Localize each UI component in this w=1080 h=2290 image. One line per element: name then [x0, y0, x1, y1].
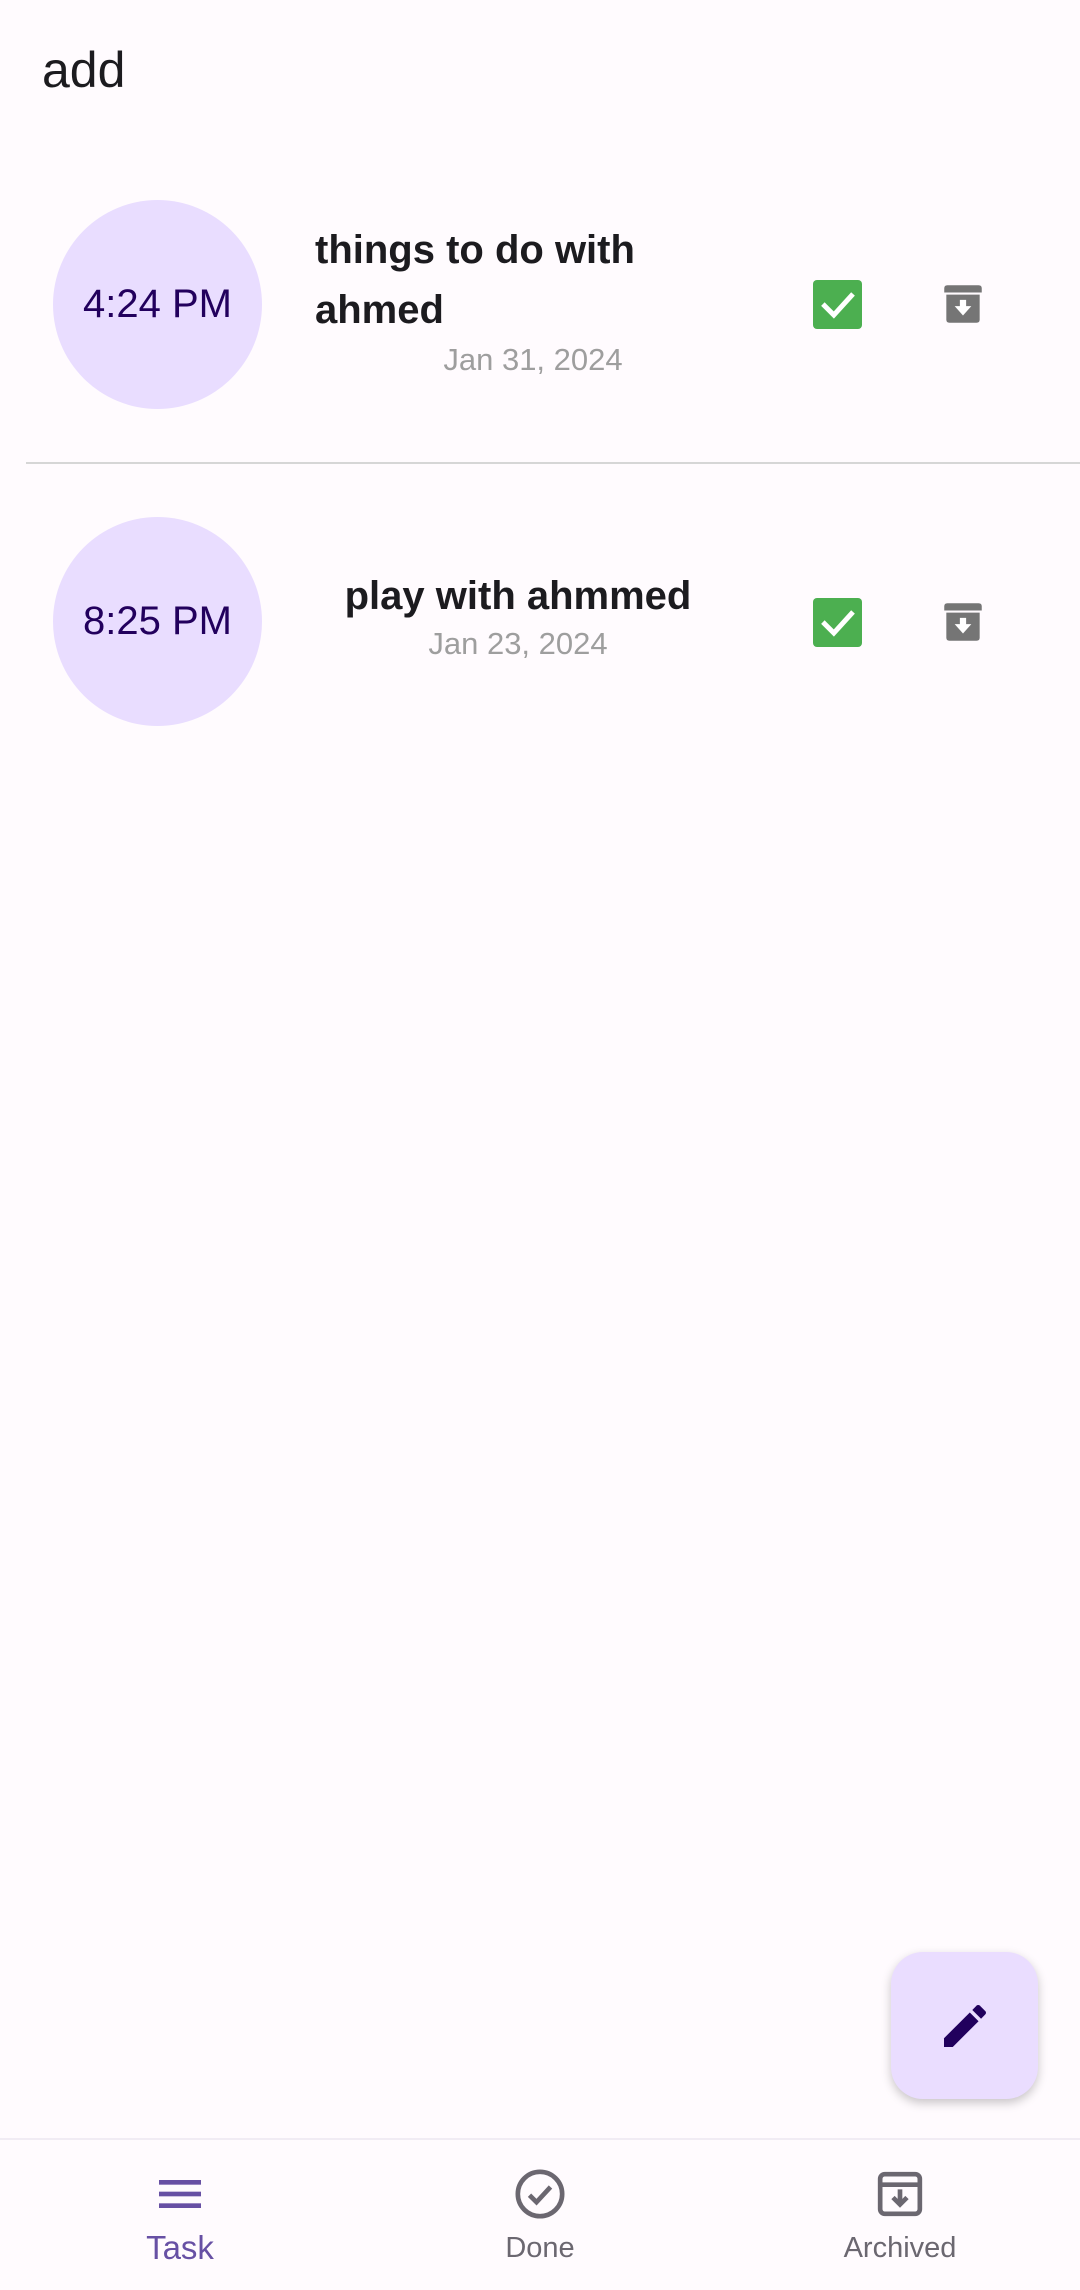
task-date: Jan 23, 2024: [428, 626, 608, 661]
archive-outline-icon: [872, 2166, 928, 2222]
nav-label: Done: [505, 2232, 575, 2264]
nav-item-task[interactable]: Task: [0, 2140, 360, 2290]
app-bar: add: [0, 0, 1080, 150]
task-time: 8:25 PM: [83, 599, 232, 643]
edit-icon: [943, 2004, 986, 2047]
check-icon: [820, 609, 855, 637]
nav-item-done[interactable]: Done: [360, 2140, 720, 2290]
task-item[interactable]: 8:25 PM play with ahmmed Jan 23, 2024: [0, 466, 1080, 766]
menu-icon: [152, 2166, 208, 2222]
check-circle-icon: [512, 2166, 568, 2222]
nav-label: Task: [146, 2229, 214, 2266]
archive-icon: [944, 285, 982, 323]
task-time: 4:24 PM: [83, 282, 232, 326]
edit-fab-button[interactable]: [891, 1952, 1038, 2099]
archive-button[interactable]: [935, 594, 991, 650]
nav-item-archived[interactable]: Archived: [720, 2140, 1080, 2290]
task-info: things to do with ahmed Jan 31, 2024: [315, 220, 745, 380]
nav-label: Archived: [843, 2232, 957, 2264]
page-title: add: [42, 42, 126, 98]
time-circle: 8:25 PM: [53, 517, 262, 726]
done-checkbox[interactable]: [813, 280, 862, 329]
task-info: play with ahmmed Jan 23, 2024: [300, 568, 736, 664]
archive-button[interactable]: [935, 276, 991, 332]
check-icon: [820, 291, 855, 319]
task-date: Jan 31, 2024: [443, 342, 623, 377]
done-checkbox[interactable]: [813, 598, 862, 647]
bottom-navigation: Task Done Archived: [0, 2138, 1080, 2290]
task-title: things to do with ahmed: [315, 228, 635, 332]
archive-icon: [944, 603, 982, 641]
task-item[interactable]: 4:24 PM things to do with ahmed Jan 31, …: [0, 150, 1080, 458]
time-circle: 4:24 PM: [53, 200, 262, 409]
divider: [26, 462, 1080, 464]
task-title: play with ahmmed: [344, 574, 692, 618]
